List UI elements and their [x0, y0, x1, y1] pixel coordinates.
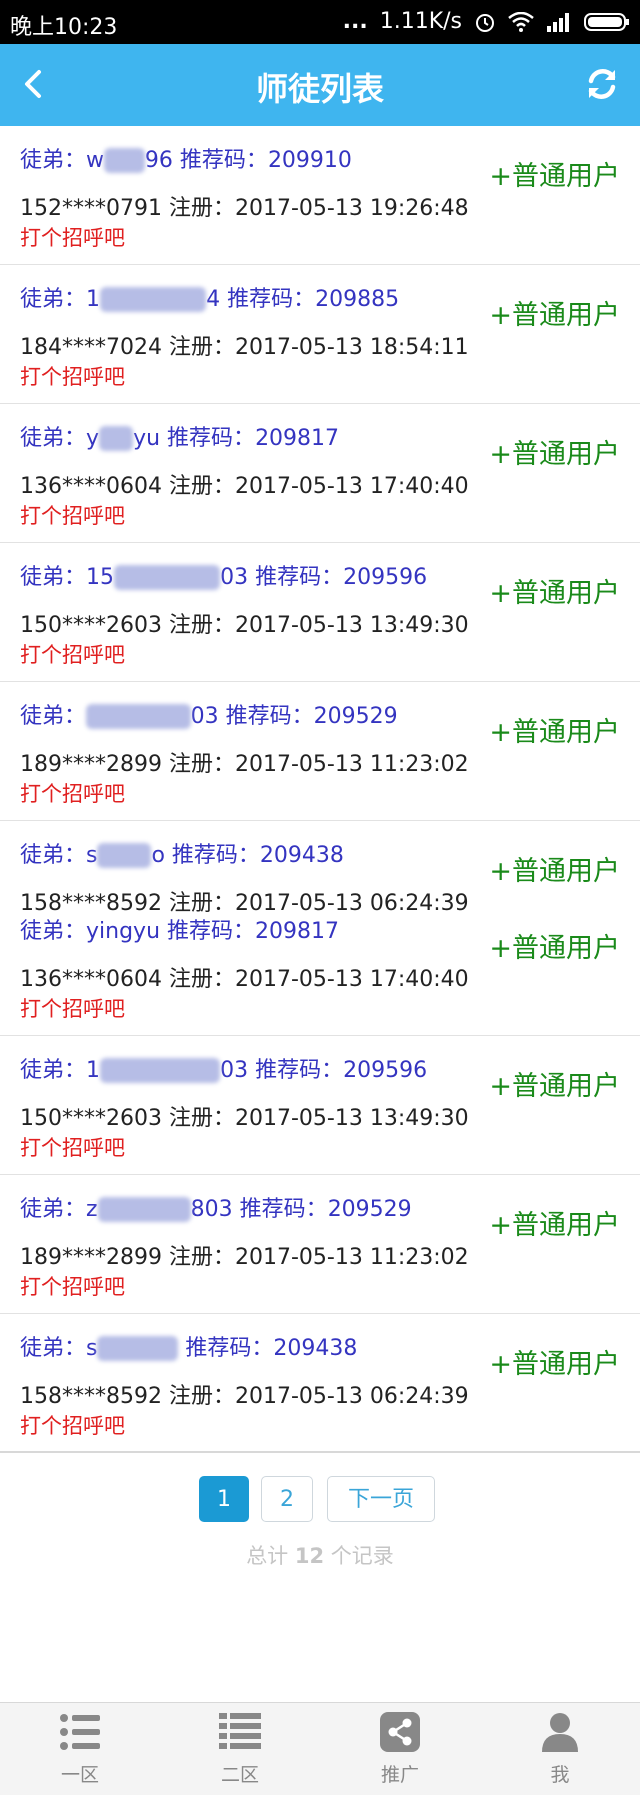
referral-code: 209817 [255, 919, 340, 944]
referral-code: 209596 [343, 565, 428, 590]
nav-bar: 师徒列表 [0, 44, 640, 126]
greet-link[interactable]: 打个招呼吧 [20, 222, 125, 252]
user-type-badge: +普通用户 [489, 578, 620, 609]
greet-link[interactable]: 打个招呼吧 [20, 500, 125, 530]
tab-zone-2[interactable]: 二区 [160, 1703, 320, 1795]
apprentice-name-line: 徒弟：184xxxxxx4 推荐码：209885 [20, 287, 400, 312]
user-type-badge: +普通用户 [489, 439, 620, 470]
status-dots: ... [342, 9, 368, 34]
user-type-badge: +普通用户 [489, 933, 620, 964]
apprentice-name-line: 徒弟：yingyu 推荐码：209817 [20, 919, 340, 944]
list-item[interactable]: 徒弟：z8xxxxx5803 推荐码：209529 189****2899 注册… [0, 1175, 640, 1314]
user-type-badge: +普通用户 [489, 1071, 620, 1102]
user-type-badge: +普通用户 [489, 717, 620, 748]
page-title: 师徒列表 [255, 70, 384, 108]
referral-code: 209596 [343, 1058, 428, 1083]
list-item[interactable]: 徒弟：z8xxxxx603 推荐码：209529 189****2899 注册：… [0, 682, 640, 821]
tab-bar: 一区 二区 推广 我 [0, 1702, 640, 1795]
list-item[interactable]: 徒弟：shxxbao 推荐码：209438 158****8592 注册：201… [0, 1314, 640, 1453]
masked-name: 50xxxxxx0 [100, 1058, 221, 1083]
list-item[interactable]: 徒弟：150xxxxxx003 推荐码：209596 150****2603 注… [0, 1036, 640, 1175]
apprentice-name-line: 徒弟：150xxxxxx003 推荐码：209596 [20, 1058, 428, 1083]
masked-name: aah [104, 148, 145, 173]
phone-register-line: 152****0791 注册：2017-05-13 19:26:48 [20, 196, 469, 221]
list-item[interactable]: 徒弟：yingyu 推荐码：209817 136****0604 注册：2017… [0, 404, 640, 543]
masked-name: z8xxxxx6 [86, 704, 191, 729]
apprentice-name-line: 徒弟：shxxbo 推荐码：209438 [20, 843, 344, 868]
masked-name: hxxbao [97, 1336, 179, 1361]
status-time: 晚上10:23 [10, 15, 118, 40]
masked-name: 8xxxxx5 [97, 1197, 191, 1222]
status-bar: 晚上10:23 ... 1.11K/s [0, 0, 640, 44]
apprentice-name-line: 徒弟：z8xxxxx603 推荐码：209529 [20, 704, 398, 729]
masked-name: hxxb [97, 843, 152, 868]
phone-register-line: 189****2899 注册：2017-05-13 11:23:02 [20, 1245, 469, 1270]
list-icon [60, 1714, 100, 1750]
apprentice-name-line: 徒弟：z8xxxxx5803 推荐码：209529 [20, 1197, 412, 1222]
referral-code: 209529 [313, 704, 398, 729]
user-type-badge: +普通用户 [489, 1349, 620, 1380]
phone-register-line: 184****7024 注册：2017-05-13 18:54:11 [20, 335, 469, 360]
apprentice-list: 徒弟：waah96 推荐码：209910 152****0791 注册：2017… [0, 126, 640, 1453]
tab-promote[interactable]: 推广 [320, 1703, 480, 1795]
referral-code: 209817 [255, 426, 340, 451]
phone-register-line: 150****2603 注册：2017-05-13 13:49:30 [20, 613, 469, 638]
page-2-button[interactable]: 2 [261, 1476, 313, 1522]
user-type-badge: +普通用户 [489, 856, 620, 887]
user-type-badge: +普通用户 [489, 1210, 620, 1241]
masked-name: ing [99, 426, 134, 451]
phone-register-line: 158****8592 注册：2017-05-13 06:24:39 [20, 1384, 469, 1409]
list-item[interactable]: 徒弟：150xxxxxx203 推荐码：209596 150****2603 注… [0, 543, 640, 682]
greet-link[interactable]: 打个招呼吧 [20, 1271, 125, 1301]
share-icon [380, 1712, 420, 1752]
referral-code: 209438 [273, 1336, 358, 1361]
refresh-icon[interactable] [580, 62, 624, 106]
apprentice-name-line: 徒弟：shxxbao 推荐码：209438 [20, 1336, 358, 1361]
masked-name: 84xxxxxx [100, 287, 207, 312]
greet-link[interactable]: 打个招呼吧 [20, 993, 125, 1023]
phone-register-line: 150****2603 注册：2017-05-13 13:49:30 [20, 1106, 469, 1131]
apprentice-name-line: 徒弟：150xxxxxx203 推荐码：209596 [20, 565, 428, 590]
user-type-badge: +普通用户 [489, 300, 620, 331]
tab-label: 推广 [380, 1764, 419, 1786]
signal-icon [546, 12, 572, 32]
battery-icon [584, 12, 630, 32]
alarm-icon [474, 11, 496, 33]
greet-link[interactable]: 打个招呼吧 [20, 361, 125, 391]
greet-link[interactable]: 打个招呼吧 [20, 778, 125, 808]
tab-me[interactable]: 我 [480, 1703, 640, 1795]
wifi-icon [508, 11, 534, 32]
list-item[interactable]: 徒弟：waah96 推荐码：209910 152****0791 注册：2017… [0, 126, 640, 265]
greet-link[interactable]: 打个招呼吧 [20, 639, 125, 669]
phone-register-line: 136****0604 注册：2017-05-13 17:40:40 [20, 474, 469, 499]
page-1-button[interactable]: 1 [199, 1476, 249, 1522]
referral-code: 209910 [267, 148, 352, 173]
network-speed: 1.11K/s [379, 9, 462, 34]
phone-register-line: 136****0604 注册：2017-05-13 17:40:40 [20, 967, 469, 992]
apprentice-name-line: 徒弟：waah96 推荐码：209910 [20, 148, 352, 173]
masked-name: 0xxxxxx2 [114, 565, 221, 590]
user-type-badge: +普通用户 [489, 161, 620, 192]
phone-register-line: 189****2899 注册：2017-05-13 11:23:02 [20, 752, 469, 777]
status-right: ... 1.11K/s [343, 9, 630, 34]
tab-label: 我 [550, 1764, 570, 1786]
tab-label: 二区 [220, 1764, 259, 1786]
next-page-button[interactable]: 下一页 [327, 1476, 435, 1522]
apprentice-name-line: 徒弟：yingyu 推荐码：209817 [20, 426, 340, 451]
greet-link[interactable]: 打个招呼吧 [20, 1132, 125, 1162]
list-item[interactable]: 徒弟：shxxbo 推荐码：209438 158****8592 注册：2017… [0, 821, 640, 1036]
referral-code: 209529 [327, 1197, 412, 1222]
total-records: 总计 12 个记录 [246, 1544, 394, 1568]
total-count: 12 [294, 1544, 325, 1568]
list-item[interactable]: 徒弟：184xxxxxx4 推荐码：209885 184****7024 注册：… [0, 265, 640, 404]
referral-code: 209438 [259, 843, 344, 868]
referral-code: 209885 [315, 287, 400, 312]
user-icon [542, 1713, 578, 1752]
tab-zone-1[interactable]: 一区 [0, 1703, 160, 1795]
greet-link[interactable]: 打个招呼吧 [20, 1410, 125, 1440]
list-dense-icon [219, 1713, 261, 1749]
tab-label: 一区 [60, 1764, 99, 1786]
